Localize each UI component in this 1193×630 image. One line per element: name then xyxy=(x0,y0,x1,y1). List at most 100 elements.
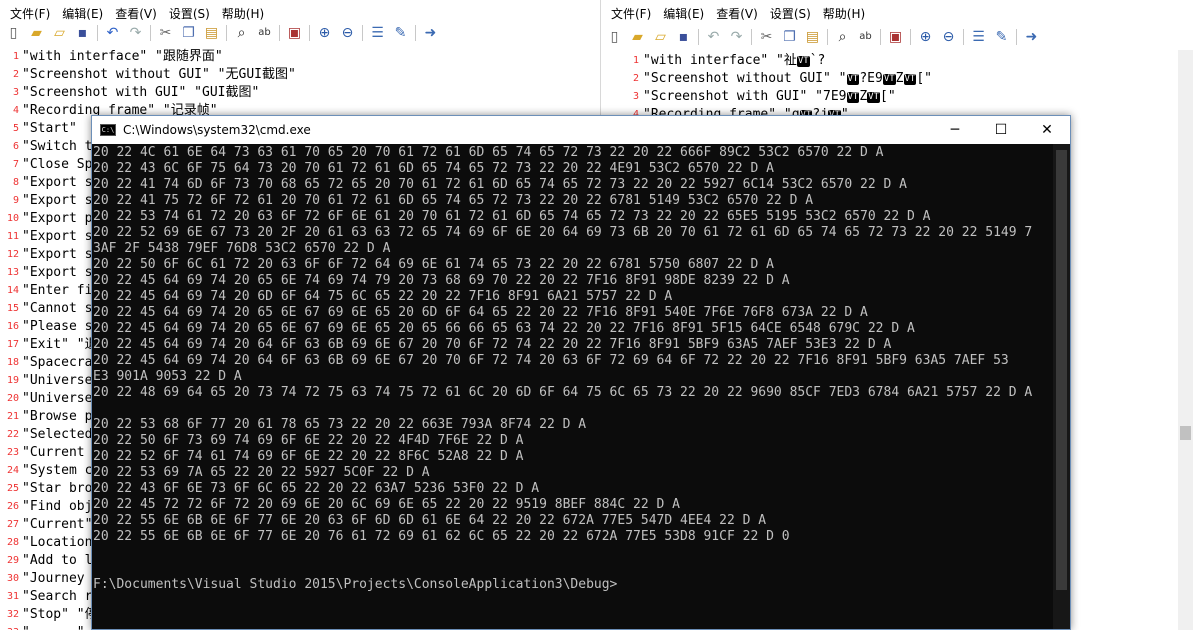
line-number: 28 xyxy=(6,537,19,548)
list-icon[interactable]: ☰ xyxy=(366,23,389,43)
new-icon[interactable]: ▯ xyxy=(2,23,25,43)
replace-icon[interactable]: ab xyxy=(253,23,276,43)
menu-settings[interactable]: 设置(S) xyxy=(764,4,817,24)
console-line: 3AF 2F 5438 79EF 76D8 53C2 6570 22 D A xyxy=(93,241,391,256)
menu-edit[interactable]: 编辑(E) xyxy=(56,4,109,24)
console-line: 20 22 45 64 69 74 20 65 6E 67 69 6E 65 2… xyxy=(93,305,868,320)
zoom-in-icon[interactable]: ⊕ xyxy=(914,27,937,47)
open-icon[interactable]: ▰ xyxy=(626,27,649,47)
scrollbar-thumb[interactable] xyxy=(1180,426,1191,440)
control-char-badge: VT xyxy=(846,92,860,103)
code-line: "Export s xyxy=(22,175,93,190)
open-icon[interactable]: ▰ xyxy=(25,23,48,43)
edit-icon[interactable]: ✎ xyxy=(990,27,1013,47)
console-titlebar[interactable]: C:\ C:\Windows\system32\cmd.exe ─ ☐ ✕ xyxy=(92,116,1070,144)
line-number: 2 xyxy=(12,69,19,80)
control-char-badge: VT xyxy=(867,92,881,103)
menu-help[interactable]: 帮助(H) xyxy=(817,4,871,24)
menu-view[interactable]: 查看(V) xyxy=(710,4,764,24)
cut-icon[interactable]: ✂ xyxy=(154,23,177,43)
toolbar-separator xyxy=(1016,29,1017,45)
code-line: "Selected xyxy=(22,427,93,442)
code-line: "Star bro xyxy=(22,481,93,496)
console-scrollbar-thumb[interactable] xyxy=(1056,150,1067,590)
vertical-scrollbar[interactable] xyxy=(1178,50,1193,630)
wrap-icon[interactable]: ▣ xyxy=(884,27,907,47)
paste-icon[interactable]: ▤ xyxy=(200,23,223,43)
save-icon[interactable]: ▪ xyxy=(672,27,695,47)
find-icon[interactable]: ⌕ xyxy=(831,27,854,47)
console-line: 20 22 41 74 6D 6F 73 70 68 65 72 65 20 7… xyxy=(93,177,907,192)
line-number: 5 xyxy=(12,123,19,134)
zoom-in-icon[interactable]: ⊕ xyxy=(313,23,336,43)
zoom-out-icon[interactable]: ⊖ xyxy=(336,23,359,43)
line-number: 9 xyxy=(12,195,19,206)
code-line: "Screenshot without GUI" "无GUI截图" xyxy=(22,67,296,82)
line-number: 18 xyxy=(6,357,19,368)
maximize-button[interactable]: ☐ xyxy=(978,116,1024,144)
edit-icon[interactable]: ✎ xyxy=(389,23,412,43)
undo-icon[interactable]: ↶ xyxy=(702,27,725,47)
copy-icon[interactable]: ❐ xyxy=(177,23,200,43)
line-number: 7 xyxy=(12,159,19,170)
line-number: 17 xyxy=(6,339,19,350)
find-icon[interactable]: ⌕ xyxy=(230,23,253,43)
open-folder-icon[interactable]: ▱ xyxy=(48,23,71,43)
line-number: 27 xyxy=(6,519,19,530)
toolbar-separator xyxy=(362,25,363,41)
line-number: 16 xyxy=(6,321,19,332)
line-number-gutter: 1234567891011121314151617181920212223242… xyxy=(0,48,19,630)
line-number: 4 xyxy=(12,105,19,116)
line-number: 3 xyxy=(632,91,639,102)
minimize-button[interactable]: ─ xyxy=(932,116,978,144)
console-line: 20 22 4C 61 6E 64 73 63 61 70 65 20 70 6… xyxy=(93,145,884,160)
toolbar-separator xyxy=(963,29,964,45)
line-number: 15 xyxy=(6,303,19,314)
save-icon[interactable]: ▪ xyxy=(71,23,94,43)
line-number: 24 xyxy=(6,465,19,476)
line-number: 12 xyxy=(6,249,19,260)
menu-view[interactable]: 查看(V) xyxy=(109,4,163,24)
cut-icon[interactable]: ✂ xyxy=(755,27,778,47)
code-line: "Find obj xyxy=(22,499,93,514)
code-line: "Close Sp xyxy=(22,157,93,172)
paste-icon[interactable]: ▤ xyxy=(801,27,824,47)
redo-icon[interactable]: ↷ xyxy=(124,23,147,43)
line-number: 8 xyxy=(12,177,19,188)
line-number: 1 xyxy=(632,55,639,66)
undo-icon[interactable]: ↶ xyxy=(101,23,124,43)
menu-file[interactable]: 文件(F) xyxy=(4,4,56,24)
code-line: "Exit" "退 xyxy=(22,337,98,352)
run-icon[interactable]: ➜ xyxy=(419,23,442,43)
new-icon[interactable]: ▯ xyxy=(603,27,626,47)
copy-icon[interactable]: ❐ xyxy=(778,27,801,47)
code-line: "Start" xyxy=(22,121,77,136)
list-icon[interactable]: ☰ xyxy=(967,27,990,47)
line-number: 21 xyxy=(6,411,19,422)
console-line: 20 22 50 6F 73 69 74 69 6F 6E 22 20 22 4… xyxy=(93,433,524,448)
run-icon[interactable]: ➜ xyxy=(1020,27,1043,47)
menu-edit[interactable]: 编辑(E) xyxy=(657,4,710,24)
menu-bar: 文件(F) 编辑(E) 查看(V) 设置(S) 帮助(H) xyxy=(0,4,600,24)
code-line: "Spacecra xyxy=(22,355,93,370)
zoom-out-icon[interactable]: ⊖ xyxy=(937,27,960,47)
replace-icon[interactable]: ab xyxy=(854,27,877,47)
code-line: "Location xyxy=(22,535,93,550)
console-output[interactable]: 20 22 4C 61 6E 64 73 63 61 70 65 20 70 6… xyxy=(92,144,1053,629)
open-folder-icon[interactable]: ▱ xyxy=(649,27,672,47)
toolbar-separator xyxy=(910,29,911,45)
menu-help[interactable]: 帮助(H) xyxy=(216,4,270,24)
control-char-badge: VT xyxy=(882,74,896,85)
redo-icon[interactable]: ↷ xyxy=(725,27,748,47)
console-line: F:\Documents\Visual Studio 2015\Projects… xyxy=(93,577,618,592)
menu-file[interactable]: 文件(F) xyxy=(605,4,657,24)
console-line: 20 22 45 64 69 74 20 64 6F 63 6B 69 6E 6… xyxy=(93,353,1009,368)
menu-settings[interactable]: 设置(S) xyxy=(163,4,216,24)
wrap-icon[interactable]: ▣ xyxy=(283,23,306,43)
console-line: 20 22 53 74 61 72 20 63 6F 72 6F 6E 61 2… xyxy=(93,209,931,224)
close-button[interactable]: ✕ xyxy=(1024,116,1070,144)
console-scrollbar[interactable] xyxy=(1053,144,1070,629)
toolbar-separator xyxy=(415,25,416,41)
toolbar: ▯ ▰ ▱ ▪ ↶ ↷ ✂ ❐ ▤ ⌕ ab ▣ ⊕ ⊖ ☰ ✎ ➜ xyxy=(0,22,600,44)
line-number: 29 xyxy=(6,555,19,566)
